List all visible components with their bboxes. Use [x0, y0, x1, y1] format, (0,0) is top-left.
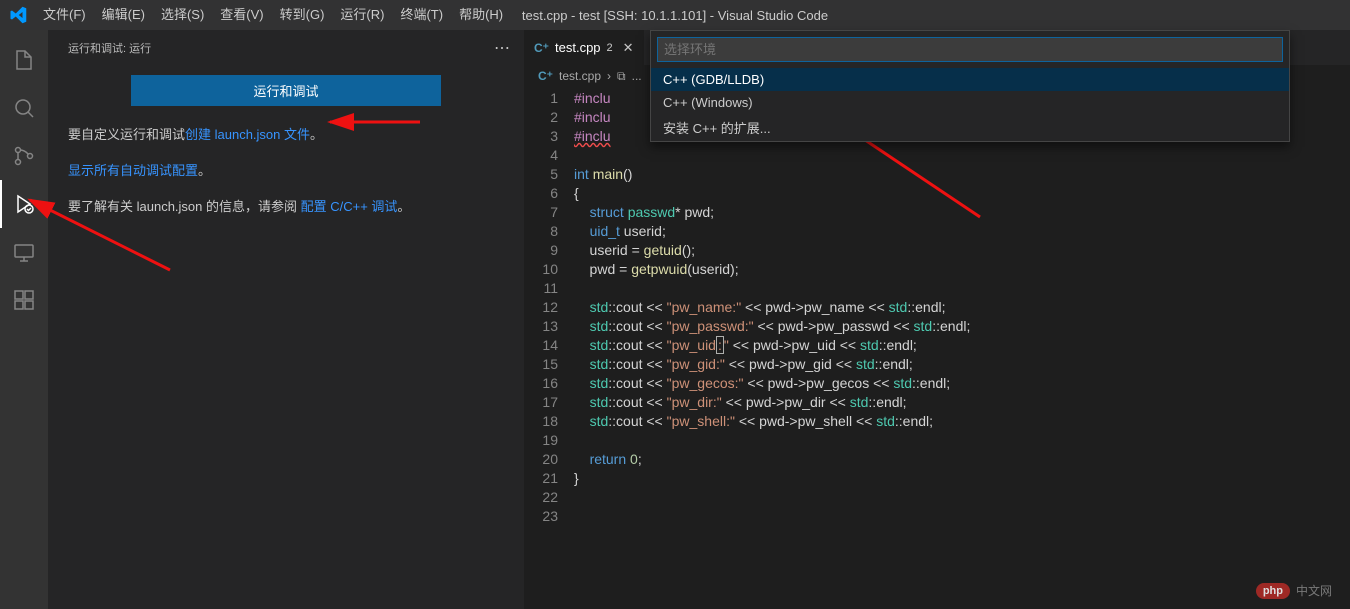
activity-search-icon[interactable]: [0, 84, 48, 132]
menu-item[interactable]: 帮助(H): [451, 0, 511, 30]
environment-option[interactable]: C++ (Windows): [651, 91, 1289, 114]
create-launch-json-link[interactable]: 创建 launch.json 文件: [185, 127, 310, 142]
watermark-pill: php: [1256, 583, 1290, 599]
code-content[interactable]: #inclu#inclu#incluint main(){ struct pas…: [574, 89, 1350, 609]
line-number-gutter: 1234567891011121314151617181920212223: [524, 89, 574, 609]
sidebar-custom-prefix: 要自定义运行和调试: [68, 127, 185, 142]
close-icon[interactable]: ✕: [623, 40, 634, 56]
sidebar-title: 运行和调试: 运行: [68, 40, 151, 56]
editor-area: C⁺ test.cpp 2 ✕ C⁺ test.cpp › ⧉ ... 1234…: [524, 30, 1350, 609]
menu-item[interactable]: 文件(F): [35, 0, 94, 30]
tab-test-cpp[interactable]: C⁺ test.cpp 2 ✕: [524, 30, 645, 65]
configure-cpp-debug-link[interactable]: 配置 C/C++ 调试: [301, 199, 398, 214]
sidebar-learn-text: 要了解有关 launch.json 的信息，请参阅 配置 C/C++ 调试。: [68, 194, 504, 220]
menu-item[interactable]: 选择(S): [153, 0, 212, 30]
sidebar-showall-suffix: 。: [198, 163, 211, 178]
tab-modified-indicator: 2: [607, 42, 613, 54]
code-editor[interactable]: 1234567891011121314151617181920212223 #i…: [524, 87, 1350, 609]
menu-item[interactable]: 运行(R): [332, 0, 392, 30]
environment-picker: C++ (GDB/LLDB)C++ (Windows)安装 C++ 的扩展...: [650, 30, 1290, 142]
cpp-file-icon: C⁺: [538, 69, 553, 83]
tab-label: test.cpp: [555, 40, 601, 55]
activity-extensions-icon[interactable]: [0, 276, 48, 324]
symbol-icon: ⧉: [617, 69, 626, 84]
activity-run-debug-icon[interactable]: [0, 180, 48, 228]
sidebar-learn-suffix: 。: [397, 199, 410, 214]
environment-picker-input[interactable]: [657, 37, 1283, 62]
sidebar-learn-prefix: 要了解有关 launch.json 的信息，请参阅: [68, 199, 301, 214]
menu-bar: 文件(F)编辑(E)选择(S)查看(V)转到(G)运行(R)终端(T)帮助(H): [35, 0, 511, 30]
menu-item[interactable]: 转到(G): [272, 0, 333, 30]
breadcrumb-ellipsis: ...: [632, 69, 642, 83]
environment-option[interactable]: C++ (GDB/LLDB): [651, 68, 1289, 91]
activity-source-control-icon[interactable]: [0, 132, 48, 180]
run-and-debug-button[interactable]: 运行和调试: [131, 75, 441, 106]
menu-item[interactable]: 编辑(E): [94, 0, 153, 30]
chevron-right-icon: ›: [607, 69, 611, 83]
environment-picker-list: C++ (GDB/LLDB)C++ (Windows)安装 C++ 的扩展...: [651, 68, 1289, 141]
sidebar-header: 运行和调试: 运行 ⋯: [48, 30, 524, 65]
menu-item[interactable]: 终端(T): [392, 0, 451, 30]
activity-files-icon[interactable]: [0, 36, 48, 84]
more-actions-icon[interactable]: ⋯: [494, 38, 512, 58]
menu-item[interactable]: 查看(V): [212, 0, 271, 30]
cpp-file-icon: C⁺: [534, 41, 549, 55]
watermark: php 中文网: [1256, 582, 1332, 599]
show-all-configs-link[interactable]: 显示所有自动调试配置: [68, 163, 198, 178]
sidebar-custom-suffix: 。: [310, 127, 323, 142]
sidebar-run-debug: 运行和调试: 运行 ⋯ 运行和调试 要自定义运行和调试创建 launch.jso…: [48, 30, 524, 609]
activity-bar: [0, 30, 48, 609]
vscode-icon: [0, 6, 35, 24]
sidebar-custom-text: 要自定义运行和调试创建 launch.json 文件。: [68, 122, 504, 148]
watermark-text: 中文网: [1296, 582, 1332, 599]
breadcrumb-file: test.cpp: [559, 69, 601, 83]
environment-option[interactable]: 安装 C++ 的扩展...: [651, 114, 1289, 141]
activity-remote-icon[interactable]: [0, 228, 48, 276]
title-bar: 文件(F)编辑(E)选择(S)查看(V)转到(G)运行(R)终端(T)帮助(H)…: [0, 0, 1350, 30]
sidebar-showall-text: 显示所有自动调试配置。: [68, 158, 504, 184]
